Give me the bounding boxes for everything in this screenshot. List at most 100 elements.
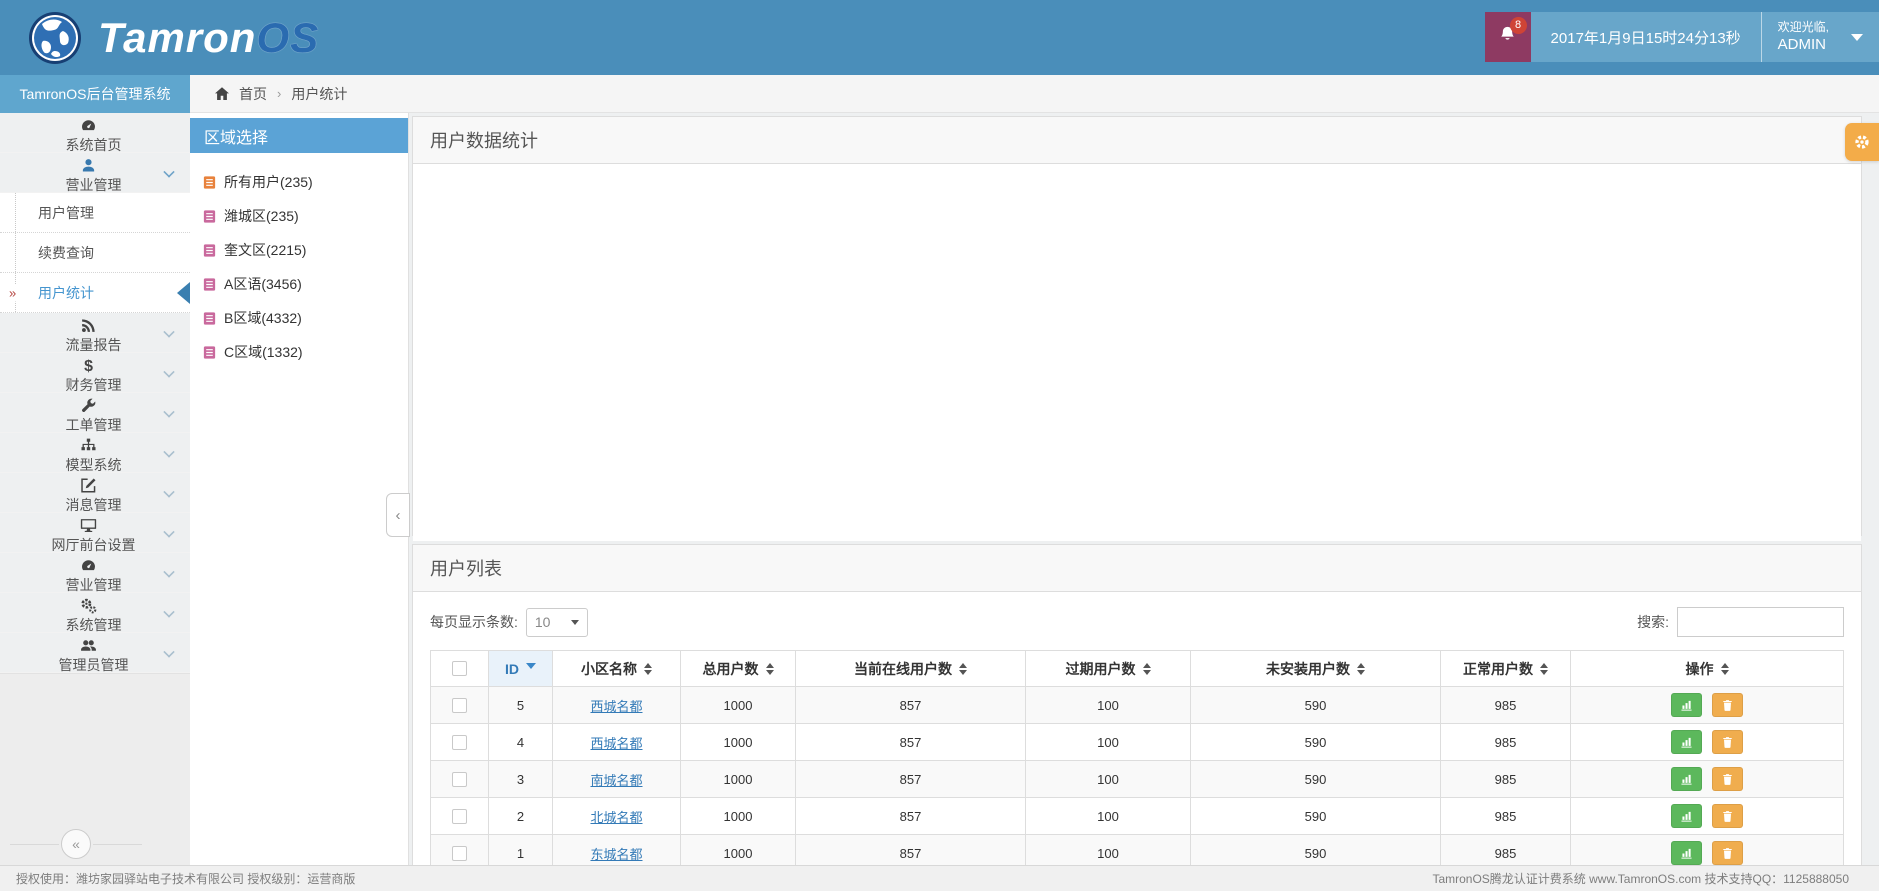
view-chart-button[interactable]: [1671, 767, 1702, 791]
column-header-操作[interactable]: 操作: [1570, 650, 1844, 687]
region-panel-title: 区域选择: [190, 118, 408, 153]
column-header-当前在线用户数[interactable]: 当前在线用户数: [795, 650, 1026, 687]
column-header-checkbox[interactable]: [430, 650, 489, 687]
sidebar-item-label: 管理员管理: [58, 657, 129, 673]
sidebar-item-user-statistics[interactable]: » 用户统计: [0, 273, 190, 313]
sidebar-item-business-2[interactable]: 营业管理: [0, 553, 190, 593]
region-item-area-a[interactable]: A区语(3456): [190, 267, 408, 301]
table-row: 4 西城名都 1000 857 100 590 985: [430, 723, 1844, 761]
sort-icon: [765, 662, 774, 675]
cell-expired: 100: [1025, 723, 1191, 761]
notifications-button[interactable]: 8: [1484, 12, 1531, 62]
cell-actions: [1570, 760, 1844, 798]
sidebar-filler: «: [0, 673, 190, 865]
sidebar-item-admin[interactable]: 管理员管理: [0, 633, 190, 673]
cell-online: 857: [795, 797, 1026, 835]
view-chart-button[interactable]: [1671, 841, 1702, 865]
cell-actions: [1570, 686, 1844, 724]
sidebar-item-work-order[interactable]: 工单管理: [0, 393, 190, 433]
sidebar-item-model-system[interactable]: 模型系统: [0, 433, 190, 473]
view-chart-button[interactable]: [1671, 730, 1702, 754]
chevron-down-icon: [163, 646, 175, 658]
chevron-down-icon: [163, 366, 175, 378]
select-all-checkbox[interactable]: [452, 661, 467, 676]
sidebar-item-user-management[interactable]: 用户管理: [0, 193, 190, 233]
delete-button[interactable]: [1712, 841, 1743, 865]
list-icon: [202, 175, 217, 190]
row-checkbox[interactable]: [452, 698, 467, 714]
page-size-select[interactable]: 10: [525, 607, 588, 637]
row-checkbox[interactable]: [452, 809, 467, 825]
sidebar-item-system[interactable]: 系统管理: [0, 593, 190, 633]
column-header-小区名称[interactable]: 小区名称: [552, 650, 681, 687]
region-collapse-handle[interactable]: ‹: [386, 493, 410, 537]
region-item-weicheng[interactable]: 潍城区(235): [190, 199, 408, 233]
column-header-过期用户数[interactable]: 过期用户数: [1025, 650, 1191, 687]
rss-icon: [79, 316, 98, 335]
row-checkbox[interactable]: [452, 772, 467, 788]
delete-button[interactable]: [1712, 730, 1743, 754]
cell-total: 1000: [680, 797, 796, 835]
community-name-link[interactable]: 西城名都: [590, 736, 642, 751]
sidebar-item-home[interactable]: 系统首页: [0, 113, 190, 153]
community-name-link[interactable]: 西城名都: [590, 699, 642, 714]
user-menu[interactable]: 欢迎光临, ADMIN: [1760, 12, 1879, 62]
sidebar-item-traffic-report[interactable]: 流量报告: [0, 313, 190, 353]
community-name-link[interactable]: 东城名都: [590, 847, 642, 862]
sidebar-item-finance[interactable]: $ 财务管理: [0, 353, 190, 393]
delete-button[interactable]: [1712, 767, 1743, 791]
community-name-link[interactable]: 北城名都: [590, 810, 642, 825]
sort-icon: [1720, 662, 1729, 675]
row-checkbox[interactable]: [452, 846, 467, 862]
list-icon: [202, 209, 217, 224]
community-name-link[interactable]: 南城名都: [590, 773, 642, 788]
region-item-kuiwen[interactable]: 奎文区(2215): [190, 233, 408, 267]
region-item-area-b[interactable]: B区域(4332): [190, 301, 408, 335]
sidebar-item-label: 营业管理: [65, 177, 122, 193]
delete-button[interactable]: [1712, 693, 1743, 717]
cell-online: 857: [795, 760, 1026, 798]
user-list-title: 用户列表: [413, 545, 1861, 592]
breadcrumb-current: 用户统计: [291, 85, 348, 102]
column-header-正常用户数[interactable]: 正常用户数: [1440, 650, 1571, 687]
delete-button[interactable]: [1712, 804, 1743, 828]
sidebar-item-message[interactable]: 消息管理: [0, 473, 190, 513]
cell-normal: 985: [1440, 760, 1571, 798]
divider: [93, 843, 142, 845]
settings-gear-button[interactable]: [1845, 123, 1879, 161]
region-item-all-users[interactable]: 所有用户(235): [190, 165, 408, 199]
user-table: ID 小区名称 总用户数 当前在线用户数 过期用户数 未安装用户数 正常用户数 操作 5 西城名…: [430, 650, 1844, 865]
sidebar-collapse-button[interactable]: «: [61, 829, 91, 859]
gauge-icon: [79, 116, 98, 135]
cell-id: 5: [488, 686, 553, 724]
logo-text: TamronOS: [98, 13, 320, 61]
breadcrumb-home[interactable]: 首页: [214, 84, 267, 104]
stats-panel-title: 用户数据统计: [413, 117, 1861, 164]
cell-uninstalled: 590: [1190, 760, 1441, 798]
column-label: 过期用户数: [1065, 660, 1136, 677]
region-item-label: 奎文区(2215): [224, 242, 307, 258]
sidebar-item-label: 用户管理: [38, 204, 94, 221]
page-size-label: 每页显示条数:: [430, 614, 518, 630]
sidebar-item-portal-settings[interactable]: 网厅前台设置: [0, 513, 190, 553]
region-item-area-c[interactable]: C区域(1332): [190, 335, 408, 369]
column-header-总用户数[interactable]: 总用户数: [680, 650, 796, 687]
chevron-down-icon: [163, 606, 175, 618]
column-label: ID: [505, 660, 519, 677]
cell-normal: 985: [1440, 686, 1571, 724]
column-header-未安装用户数[interactable]: 未安装用户数: [1190, 650, 1441, 687]
chevron-down-icon: [570, 619, 579, 625]
sidebar-item-renewal-query[interactable]: 续费查询: [0, 233, 190, 273]
row-checkbox-cell: [430, 760, 489, 798]
view-chart-button[interactable]: [1671, 693, 1702, 717]
column-header-ID[interactable]: ID: [488, 650, 553, 687]
search-input[interactable]: [1677, 607, 1844, 637]
sidebar-item-business[interactable]: 营业管理: [0, 153, 190, 193]
row-checkbox[interactable]: [452, 735, 467, 751]
edit-icon: [79, 476, 98, 495]
brand-logo[interactable]: TamronOS: [28, 11, 319, 65]
breadcrumb: 首页 › 用户统计: [190, 75, 1879, 113]
view-chart-button[interactable]: [1671, 804, 1702, 828]
globe-logo-icon: [28, 11, 82, 65]
svg-text:$: $: [84, 358, 93, 374]
